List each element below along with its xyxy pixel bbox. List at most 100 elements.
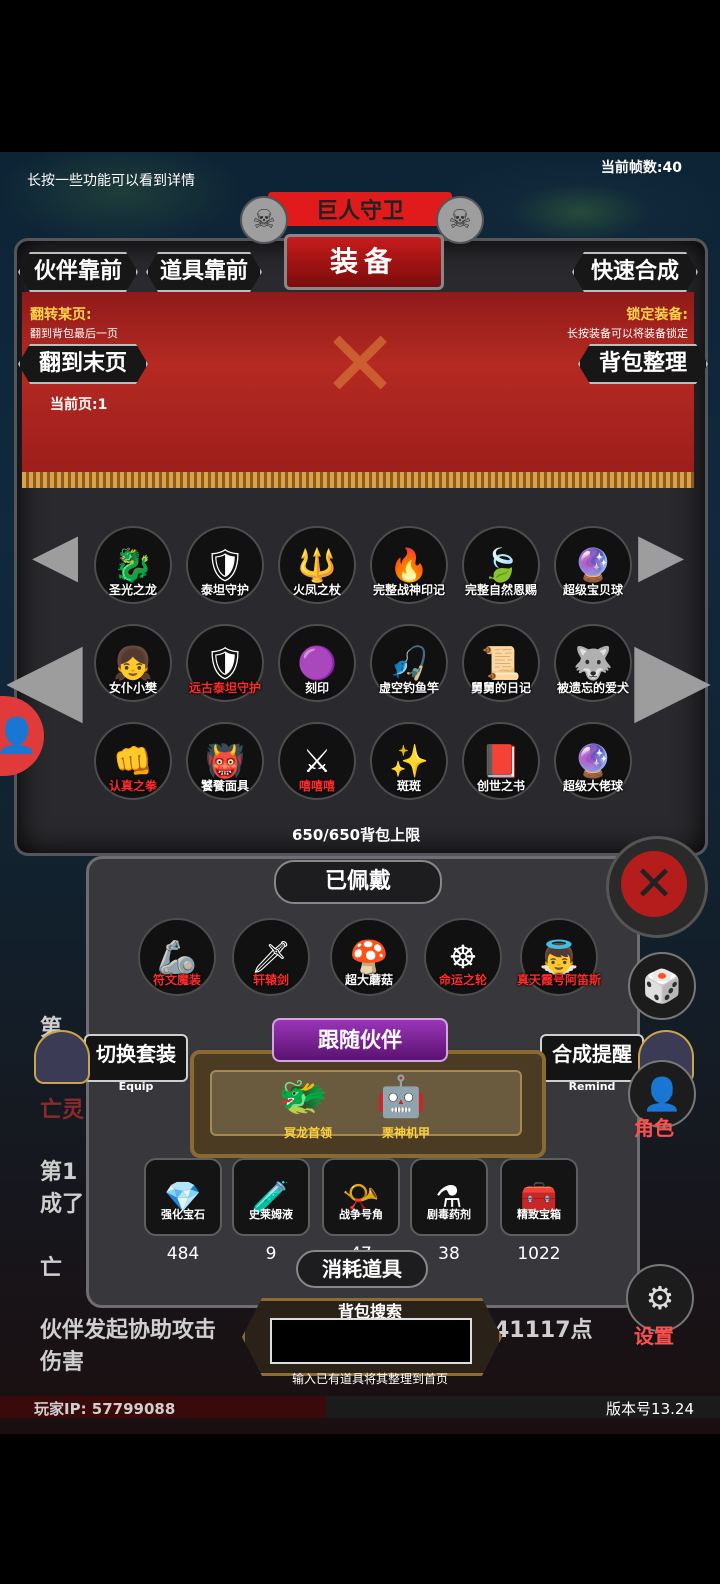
synth-remind-button[interactable]: 合成提醒 Remind (540, 1034, 644, 1093)
item-front-button[interactable]: 道具靠前 (146, 252, 262, 292)
item-name: 火凤之杖 (292, 583, 341, 597)
bag-item[interactable]: 👹 饕餮面具 (186, 722, 264, 800)
log-line: 亡 (40, 1256, 63, 1281)
last-page-button[interactable]: 翻到末页 (18, 344, 148, 384)
bag-item[interactable]: 📕 创世之书 (462, 722, 540, 800)
consumable-name: 史莱姆液 (249, 1208, 293, 1221)
consumable-icon: 💎 (144, 1158, 222, 1236)
prev-arrow-icon[interactable]: ◀ (32, 520, 78, 590)
equipped-title: 已佩戴 (274, 860, 442, 904)
consumable-item[interactable]: 💎 强化宝石 484 (144, 1158, 222, 1264)
bag-item[interactable]: ✨ 斑斑 (370, 722, 448, 800)
consumable-item[interactable]: 🧪 史莱姆液 9 (232, 1158, 310, 1264)
item-name: 舅舅的日记 (470, 681, 531, 695)
item-name: 被遗忘的爱犬 (556, 681, 629, 695)
consumable-icon: 📯 (322, 1158, 400, 1236)
equipped-item[interactable]: 👼 真天霞号阿笛斯 (517, 918, 601, 996)
consumables-title: 消耗道具 (296, 1250, 428, 1288)
bag-item[interactable]: ⚔ 嘻嘻嘻 (278, 722, 356, 800)
next-page-arrow-icon[interactable]: ▶ (634, 612, 711, 742)
item-name: 超级宝贝球 (562, 583, 623, 597)
dice-icon[interactable]: 🎲 (628, 952, 696, 1020)
companion-icon: 🤖 (376, 1074, 426, 1120)
log-line: 第1 (40, 1160, 78, 1185)
consumable-name: 精致宝箱 (517, 1208, 561, 1221)
bag-item[interactable]: 🐉 圣光之龙 (94, 526, 172, 604)
bag-item[interactable]: 🔮 超级大佬球 (554, 722, 632, 800)
item-name: 泰坦守护 (200, 583, 249, 597)
consumable-item[interactable]: 🧰 精致宝箱 1022 (500, 1158, 578, 1264)
helmet-icon (34, 1030, 90, 1084)
item-name: 女仆小樊 (108, 681, 157, 695)
item-name: 饕餮面具 (200, 779, 249, 793)
equipped-name: 命运之轮 (438, 973, 487, 987)
companion-name: 栗神机甲 (381, 1126, 430, 1140)
synth-remind-label: 合成提醒 (552, 1042, 632, 1066)
equipped-name: 超大蘑菇 (344, 973, 393, 987)
bag-item[interactable]: 🐺 被遗忘的爱犬 (554, 624, 632, 702)
bag-item[interactable]: 📜 舅舅的日记 (462, 624, 540, 702)
companion-title: 跟随伙伴 (272, 1018, 448, 1062)
companion-icon: 🐲 (278, 1074, 328, 1120)
item-name: 超级大佬球 (562, 779, 623, 793)
consumable-item[interactable]: ⚗ 剧毒药剂 38 (410, 1158, 488, 1264)
bag-sort-button[interactable]: 背包整理 (578, 344, 708, 384)
item-name: 远古泰坦守护 (188, 681, 261, 695)
switch-set-label: 切换套装 (96, 1042, 176, 1066)
curtain-fringe (22, 472, 694, 488)
bag-item[interactable]: 🛡 泰坦守护 (186, 526, 264, 604)
bag-item[interactable]: 🔱 火凤之杖 (278, 526, 356, 604)
equipped-name: 符文魔装 (152, 973, 201, 987)
item-name: 虚空钓鱼竿 (378, 681, 439, 695)
bag-item[interactable]: 👊 认真之拳 (94, 722, 172, 800)
close-icon: ✕ (621, 851, 687, 917)
skull-icon: ☠ (240, 196, 288, 244)
close-button[interactable]: ✕ (606, 836, 708, 938)
item-name: 完整自然恩赐 (464, 583, 537, 597)
consumable-icon: ⚗ (410, 1158, 488, 1236)
partner-front-button[interactable]: 伙伴靠前 (18, 252, 138, 292)
companion[interactable]: 🤖 栗神机甲 (366, 1064, 446, 1144)
page-title: 装备 (284, 234, 444, 290)
current-page-label: 当前页:1 (50, 397, 108, 413)
next-arrow-icon[interactable]: ▶ (638, 520, 684, 590)
title-banner: 巨人守卫 (268, 192, 452, 226)
consumable-icon: 🧪 (232, 1158, 310, 1236)
quick-synth-button[interactable]: 快速合成 (572, 252, 698, 292)
switch-set-sub: Equip (118, 1080, 154, 1093)
bag-item[interactable]: 🟣 刻印 (278, 624, 356, 702)
equipped-item[interactable]: 🦾 符文魔装 (138, 918, 216, 996)
equipped-item[interactable]: ☸ 命运之轮 (424, 918, 502, 996)
bag-item[interactable]: 👧 女仆小樊 (94, 624, 172, 702)
consumable-name: 战争号角 (339, 1208, 383, 1221)
item-name: 斑斑 (396, 779, 421, 793)
bag-item[interactable]: 🛡 远古泰坦守护 (186, 624, 264, 702)
consumable-name: 剧毒药剂 (427, 1208, 471, 1221)
lock-equip-title: 锁定装备: (626, 307, 688, 323)
companion[interactable]: 🐲 冥龙首领 (268, 1064, 348, 1144)
crossed-emblem-icon: ✕ (321, 311, 399, 418)
log-line: 41117点 (494, 1318, 593, 1343)
bag-item[interactable]: 🍃 完整自然恩赐 (462, 526, 540, 604)
search-input[interactable] (270, 1318, 472, 1364)
companion-name: 冥龙首领 (283, 1126, 332, 1140)
synth-remind-sub: Remind (568, 1080, 616, 1093)
item-name: 完整战神印记 (372, 583, 445, 597)
consumable-name: 强化宝石 (161, 1208, 205, 1221)
flip-page-title: 翻转某页: (30, 307, 92, 323)
consumable-item[interactable]: 📯 战争号角 47 (322, 1158, 400, 1264)
bag-item[interactable]: 🎣 虚空钓鱼竿 (370, 624, 448, 702)
bag-item[interactable]: 🔥 完整战神印记 (370, 526, 448, 604)
switch-set-button[interactable]: 切换套装 Equip (84, 1034, 188, 1093)
consumable-icon: 🧰 (500, 1158, 578, 1236)
bag-item[interactable]: 🔮 超级宝贝球 (554, 526, 632, 604)
item-name: 嘻嘻嘻 (298, 779, 335, 793)
equipped-name: 轩辕剑 (252, 973, 289, 987)
settings-label: 设置 (634, 1324, 674, 1348)
log-line: 伙伴发起协助攻击 (40, 1318, 217, 1343)
item-name: 创世之书 (476, 779, 525, 793)
consumable-count: 484 (166, 1244, 200, 1264)
equipped-item[interactable]: 🍄 超大蘑菇 (330, 918, 408, 996)
bag-capacity: 650/650背包上限 (292, 826, 421, 844)
equipped-item[interactable]: 🗡 轩辕剑 (232, 918, 310, 996)
